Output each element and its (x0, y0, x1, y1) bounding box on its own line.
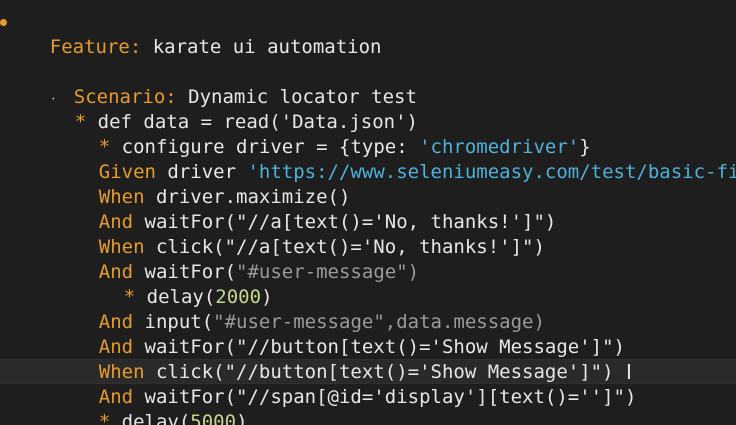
code-line-delay-2000[interactable]: * delay(2000) (78, 260, 273, 308)
code-editor[interactable]: Feature: karate ui automation · Scenario:… (0, 0, 736, 425)
code-line-waitfor-show-message[interactable]: And waitFor("//button[text()='Show Messa… (53, 310, 625, 358)
feature-title: karate ui automation (141, 36, 382, 58)
delay-number: 5000 (190, 411, 237, 425)
fold-marker-icon[interactable] (0, 19, 7, 26)
text-cursor-ibeam-icon: I (626, 360, 632, 384)
code-line-def-data[interactable]: * def data = read('Data.json') (29, 85, 418, 133)
keyword-feature: Feature: (49, 36, 142, 58)
code-line-input-user-message[interactable]: And input("#user-message",data.message) (53, 285, 545, 333)
code-line-scenario[interactable]: · Scenario: Dynamic locator test (4, 60, 417, 108)
code-line-delay-5000[interactable]: * delay(5000) (53, 385, 248, 425)
closing-paren: ) (236, 411, 248, 425)
delay-text: delay( (110, 411, 191, 425)
code-line-feature[interactable]: Feature: karate ui automation (0, 10, 382, 58)
code-line-waitfor-display[interactable]: And waitFor("//span[@id='display'][text(… (53, 360, 637, 408)
code-line-waitfor-user-message[interactable]: And waitFor("#user-message") (53, 235, 419, 283)
code-line-configure-driver[interactable]: * configure driver = {type: 'chromedrive… (53, 110, 591, 158)
code-line-click-no-thanks[interactable]: When click("//a[text()='No, thanks!']") (53, 210, 545, 258)
code-line-click-show-message[interactable]: When click("//button[text()='Show Messag… (53, 335, 614, 383)
code-line-given-driver[interactable]: Given driver 'https://www.seleniumeasy.c… (53, 135, 736, 183)
code-line-maximize[interactable]: When driver.maximize() (53, 160, 351, 208)
code-line-waitfor-no-thanks[interactable]: And waitFor("//a[text()='No, thanks!']") (53, 185, 557, 233)
star-bullet: * (98, 411, 111, 425)
